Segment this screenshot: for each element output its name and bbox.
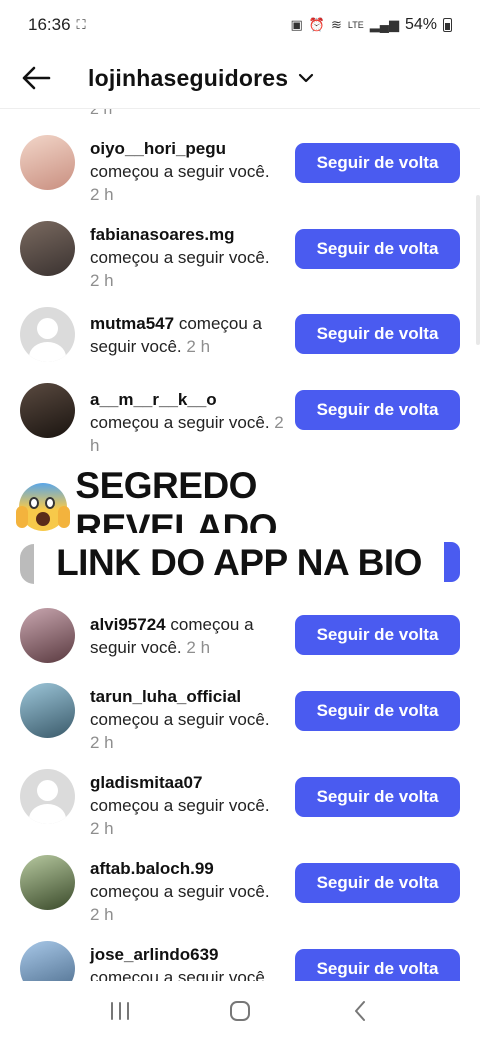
notification-text: aftab.baloch.99 começou a seguir você. 2 h [90, 857, 290, 926]
notification-text: alvi95724 começou a seguir você. 2 h [90, 613, 290, 659]
follow-back-button[interactable]: Seguir de volta [295, 229, 460, 269]
action-text: começou a seguir você. [90, 710, 270, 729]
notification-text: a__m__r__k__o começou a seguir você. 2 h [90, 388, 290, 457]
notification-text: gladismitaa07 começou a seguir você. 2 h [90, 771, 290, 840]
scrolled-row-time: 2 h [90, 109, 113, 118]
username[interactable]: alvi95724 [90, 615, 166, 634]
username[interactable]: fabianasoares.mg [90, 225, 235, 244]
overlay-line-2: LINK DO APP NA BIO [56, 542, 422, 583]
action-text: começou a seguir você. [90, 162, 270, 181]
follow-back-button[interactable]: Seguir de volta [295, 691, 460, 731]
recent-apps-icon [111, 1001, 129, 1020]
time-ago: 2 h [90, 819, 114, 838]
back-button[interactable] [18, 60, 54, 96]
alarm-icon: ⏰ [308, 17, 325, 32]
avatar[interactable] [20, 383, 75, 438]
action-text: começou a seguir você. [90, 413, 270, 432]
follow-back-button[interactable]: Seguir de volta [295, 949, 460, 981]
follow-back-button[interactable]: Seguir de volta [295, 777, 460, 817]
avatar[interactable] [20, 221, 75, 276]
promo-overlay: SEGREDO REVELADO LINK DO APP NA BIO [0, 465, 480, 597]
overlay-banner-top: SEGREDO REVELADO [14, 465, 464, 548]
action-text: começou a seguir você. [90, 968, 270, 981]
home-icon [230, 1000, 250, 1021]
follow-back-button[interactable]: Seguir de volta [295, 615, 460, 655]
notification-text: mutma547 começou a seguir você. 2 h [90, 312, 290, 358]
time-ago: 2 h [90, 185, 114, 204]
username[interactable]: gladismitaa07 [90, 773, 202, 792]
status-bar: 16:36 ⛶ ▣ ⏰ ≋ LTE ▂▄▆ 54% [0, 0, 480, 50]
notification-text: jose_arlindo639 começou a seguir você. [90, 943, 290, 981]
username[interactable]: jose_arlindo639 [90, 945, 219, 964]
time-ago: 2 h [90, 271, 114, 290]
follow-back-button[interactable]: Seguir de volta [295, 143, 460, 183]
battery-percent: 54% [404, 16, 437, 33]
screen-record-icon: ⛶ [76, 17, 86, 32]
time-ago: 2 h [186, 638, 211, 657]
notification-text: fabianasoares.mg começou a seguir você. 2 … [90, 223, 290, 292]
arrow-left-icon [22, 66, 51, 90]
system-navigation-bar [0, 981, 480, 1040]
follow-back-button[interactable]: Seguir de volta [295, 314, 460, 354]
follow-back-button[interactable]: Seguir de volta [295, 863, 460, 903]
username[interactable]: tarun_luha_official [90, 687, 241, 706]
avatar[interactable] [20, 135, 75, 190]
header: lojinhaseguidores [0, 50, 480, 106]
time-ago: 2 h [90, 905, 114, 924]
action-text: começou a seguir você. [90, 796, 270, 815]
account-title[interactable]: lojinhaseguidores [88, 65, 288, 92]
username[interactable]: mutma547 [90, 314, 174, 333]
overlay-banner-bottom: LINK DO APP NA BIO [34, 533, 444, 593]
avatar[interactable] [20, 941, 75, 981]
battery-icon [443, 18, 452, 32]
avatar[interactable] [20, 855, 75, 910]
avatar[interactable] [20, 683, 75, 738]
follow-back-button[interactable]: Seguir de volta [295, 390, 460, 430]
screaming-face-icon [16, 480, 70, 534]
action-text: começou a seguir você. [90, 882, 270, 901]
partial-avatar [20, 544, 34, 584]
back-nav-button[interactable] [340, 991, 380, 1031]
lte-icon: LTE [347, 20, 364, 30]
time-ago: 2 h [186, 337, 211, 356]
default-avatar[interactable] [20, 307, 75, 362]
username[interactable]: oiyo__hori_pegu [90, 139, 226, 158]
home-button[interactable] [220, 991, 260, 1031]
time-ago: 2 h [90, 733, 114, 752]
signal-icon: ▂▄▆ [369, 17, 399, 32]
username[interactable]: a__m__r__k__o [90, 390, 217, 409]
recent-apps-button[interactable] [100, 991, 140, 1031]
back-chevron-icon [355, 1000, 365, 1021]
username[interactable]: aftab.baloch.99 [90, 859, 214, 878]
default-avatar[interactable] [20, 769, 75, 824]
status-time: 16:36 [28, 15, 71, 34]
wifi-icon: ≋ [331, 17, 342, 32]
chevron-down-icon[interactable] [298, 70, 314, 86]
avatar[interactable] [20, 608, 75, 663]
notification-text: tarun_luha_official começou a seguir você… [90, 685, 290, 754]
action-text: começou a seguir você. [90, 248, 270, 267]
lock-icon: ▣ [290, 17, 303, 32]
notification-text: oiyo__hori_pegu começou a seguir você. 2 h [90, 137, 290, 206]
